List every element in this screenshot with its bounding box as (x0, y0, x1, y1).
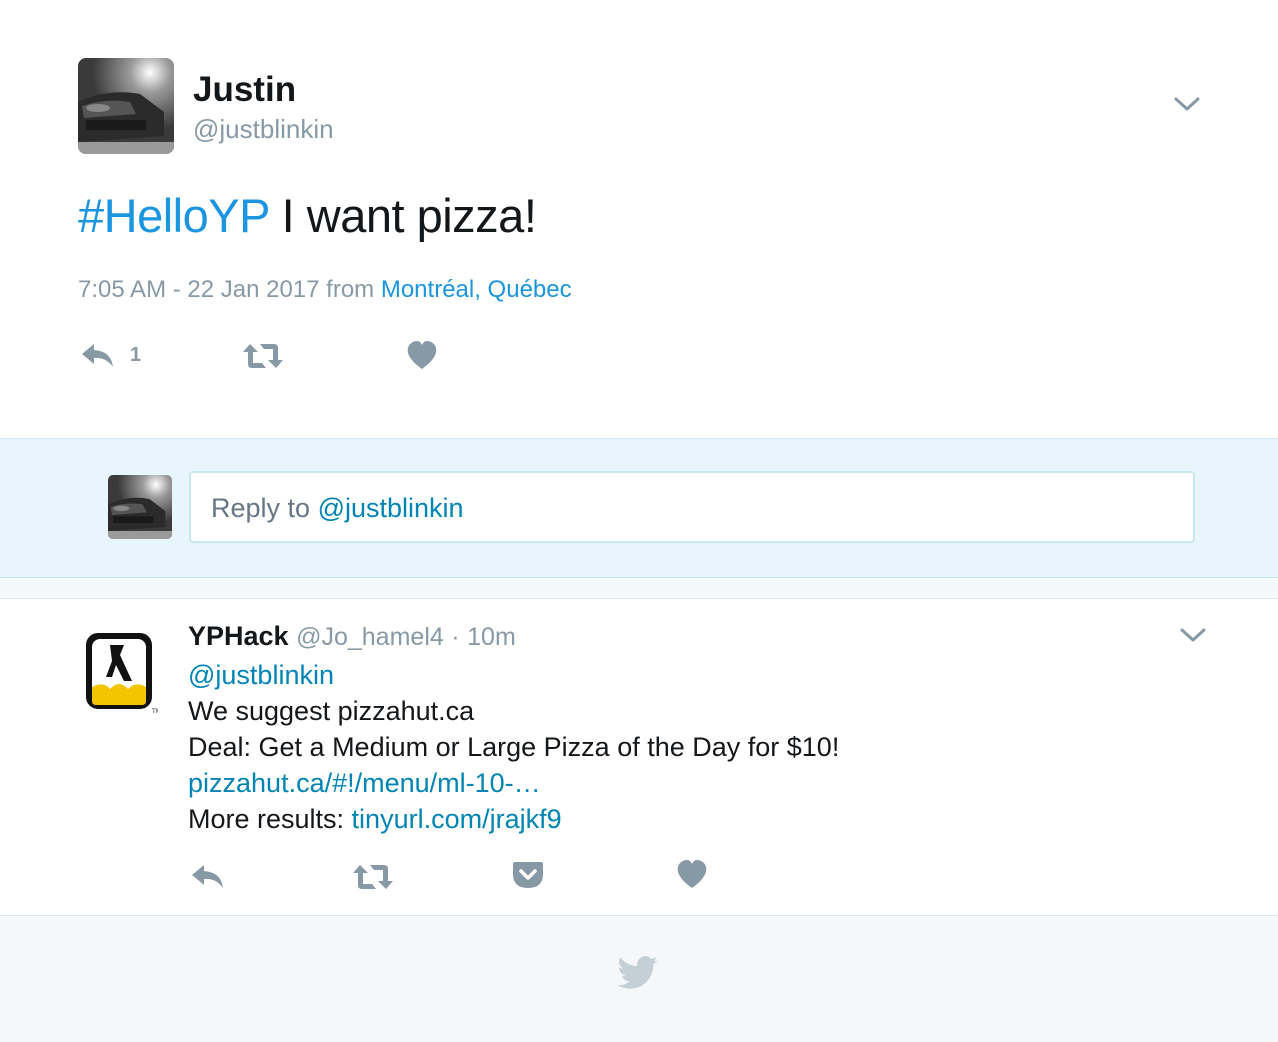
like-icon (676, 859, 708, 889)
reply-placeholder-mention: @justblinkin (317, 493, 464, 523)
reply-line: Deal: Get a Medium or Large Pizza of the… (188, 732, 840, 762)
reply-count: 1 (130, 343, 142, 366)
mention-link[interactable]: @justblinkin (188, 657, 839, 693)
author-avatar[interactable] (78, 58, 174, 154)
reply-tweet-header: YPHack @Jo_hamel4 · 10m (188, 621, 516, 652)
current-user-avatar (108, 475, 172, 539)
tweet-timestamp[interactable]: 7:05 AM - 22 Jan 2017 from (78, 276, 381, 303)
retweet-icon (352, 863, 394, 891)
header-separator: · (451, 623, 460, 651)
reply-tweet: TM YPHack @Jo_hamel4 · 10m @justblinkin … (0, 599, 1278, 916)
reply-icon (80, 340, 116, 370)
yellow-pages-logo-avatar[interactable]: TM (84, 631, 161, 715)
embed-footer (0, 916, 1278, 1042)
tweet-body-text: I want pizza! (269, 189, 537, 242)
reply-author-name[interactable]: YPHack (188, 621, 289, 651)
main-tweet: Justin @justblinkin #HelloYP I want pizz… (0, 0, 1278, 438)
more-results-label: More results: (188, 804, 352, 834)
reply-timestamp[interactable]: 10m (467, 623, 516, 651)
pocket-button[interactable] (512, 859, 544, 891)
reply-icon (190, 861, 226, 891)
tinyurl-link[interactable]: tinyurl.com/jrajkf9 (352, 804, 562, 834)
reply-button[interactable] (190, 861, 226, 891)
author-handle[interactable]: @justblinkin (193, 114, 334, 145)
author-name[interactable]: Justin (193, 70, 296, 110)
chevron-down-icon[interactable] (1172, 94, 1202, 114)
like-icon (406, 340, 438, 370)
tweet-location-link[interactable]: Montréal, Québec (381, 276, 572, 303)
like-button[interactable] (676, 859, 708, 889)
reply-button[interactable]: 1 (80, 340, 141, 370)
retweet-icon (242, 342, 284, 370)
section-divider (0, 578, 1278, 599)
tweet-meta: 7:05 AM - 22 Jan 2017 from Montréal, Qué… (78, 276, 572, 304)
reply-author-handle[interactable]: @Jo_hamel4 (296, 623, 444, 651)
reply-tweet-body: @justblinkin We suggest pizzahut.ca Deal… (188, 657, 839, 837)
reply-input[interactable]: Reply to @justblinkin (189, 471, 1195, 543)
svg-text:TM: TM (151, 708, 158, 715)
reply-placeholder-prefix: Reply to (211, 493, 318, 523)
twitter-bird-icon[interactable] (617, 956, 659, 995)
tweet-text: #HelloYP I want pizza! (78, 188, 537, 243)
like-button[interactable] (406, 340, 438, 370)
retweet-button[interactable] (242, 342, 284, 370)
chevron-down-icon[interactable] (1178, 625, 1208, 645)
hashtag-link[interactable]: #HelloYP (78, 189, 270, 242)
reply-line: More results: tinyurl.com/jrajkf9 (188, 801, 839, 837)
retweet-button[interactable] (352, 863, 394, 891)
pizzahut-link[interactable]: pizzahut.ca/#!/menu/ml-10-… (188, 765, 839, 801)
pocket-icon (512, 859, 544, 891)
reply-line: We suggest pizzahut.ca (188, 696, 475, 726)
reply-composer: Reply to @justblinkin (0, 438, 1278, 578)
